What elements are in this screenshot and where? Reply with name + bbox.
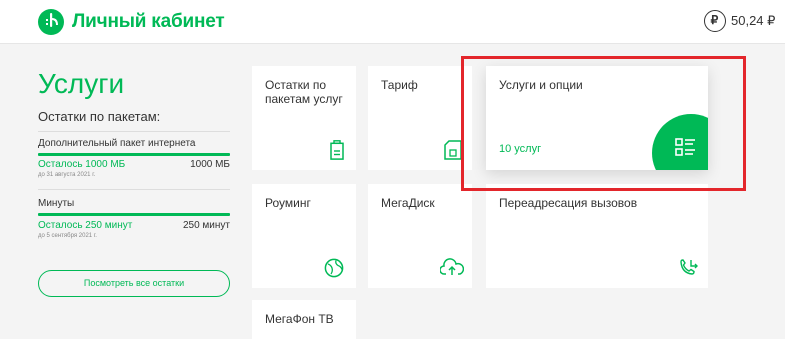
megafon-logo-icon[interactable] xyxy=(38,9,64,35)
tile-megafon-tv[interactable]: МегаФон ТВ xyxy=(252,300,356,339)
view-all-remaining-button[interactable]: Посмотреть все остатки xyxy=(38,270,230,297)
page-title: Услуги xyxy=(38,68,125,99)
package-remaining-minutes: Осталось 250 минут xyxy=(38,220,133,231)
battery-icon xyxy=(330,140,344,165)
package-remaining-internet: Осталось 1000 МБ xyxy=(38,159,126,170)
tile-label: Остатки по пакетам услуг xyxy=(265,78,343,106)
sim-card-icon xyxy=(444,140,462,165)
divider xyxy=(38,189,230,190)
package-name-minutes: Минуты xyxy=(38,198,75,209)
tile-call-forwarding[interactable]: Переадресация вызовов xyxy=(486,184,708,288)
services-badge xyxy=(652,114,708,170)
top-header: Личный кабинет ₽ 50,24 ₽ xyxy=(0,0,785,44)
tile-label: Тариф xyxy=(381,78,418,92)
package-name-internet: Дополнительный пакет интернета xyxy=(38,138,196,149)
package-date-minutes: до 5 сентября 2021 г. xyxy=(38,233,97,239)
package-date-internet: до 31 августа 2021 г. xyxy=(38,172,96,178)
globe-icon xyxy=(324,258,344,283)
balance-amount[interactable]: 50,24 ₽ xyxy=(731,13,775,29)
package-progress-minutes xyxy=(38,213,230,216)
package-total-internet: 1000 МБ xyxy=(190,159,230,170)
tile-services-options[interactable]: Услуги и опции 10 услуг xyxy=(486,66,708,170)
divider xyxy=(38,131,230,132)
remaining-heading: Остатки по пакетам: xyxy=(38,109,161,124)
cloud-upload-icon xyxy=(439,258,465,281)
tile-package-remains[interactable]: Остатки по пакетам услуг xyxy=(252,66,356,170)
tile-tariff[interactable]: Тариф xyxy=(368,66,472,170)
ruble-symbol: ₽ xyxy=(710,13,719,27)
ruble-icon[interactable]: ₽ xyxy=(704,10,726,32)
tile-roaming[interactable]: Роуминг xyxy=(252,184,356,288)
list-icon xyxy=(675,138,695,156)
tile-label: Переадресация вызовов xyxy=(499,196,638,210)
package-progress-internet xyxy=(38,153,230,156)
tile-label: МегаФон ТВ xyxy=(265,312,334,326)
header-title[interactable]: Личный кабинет xyxy=(72,11,225,33)
call-forward-icon xyxy=(678,258,698,283)
package-total-minutes: 250 минут xyxy=(182,220,230,231)
tile-megadisk[interactable]: МегаДиск xyxy=(368,184,472,288)
tile-label: Роуминг xyxy=(265,196,311,210)
tile-label: МегаДиск xyxy=(381,196,435,210)
tile-label: Услуги и опции xyxy=(499,78,583,92)
services-count: 10 услуг xyxy=(499,143,542,155)
